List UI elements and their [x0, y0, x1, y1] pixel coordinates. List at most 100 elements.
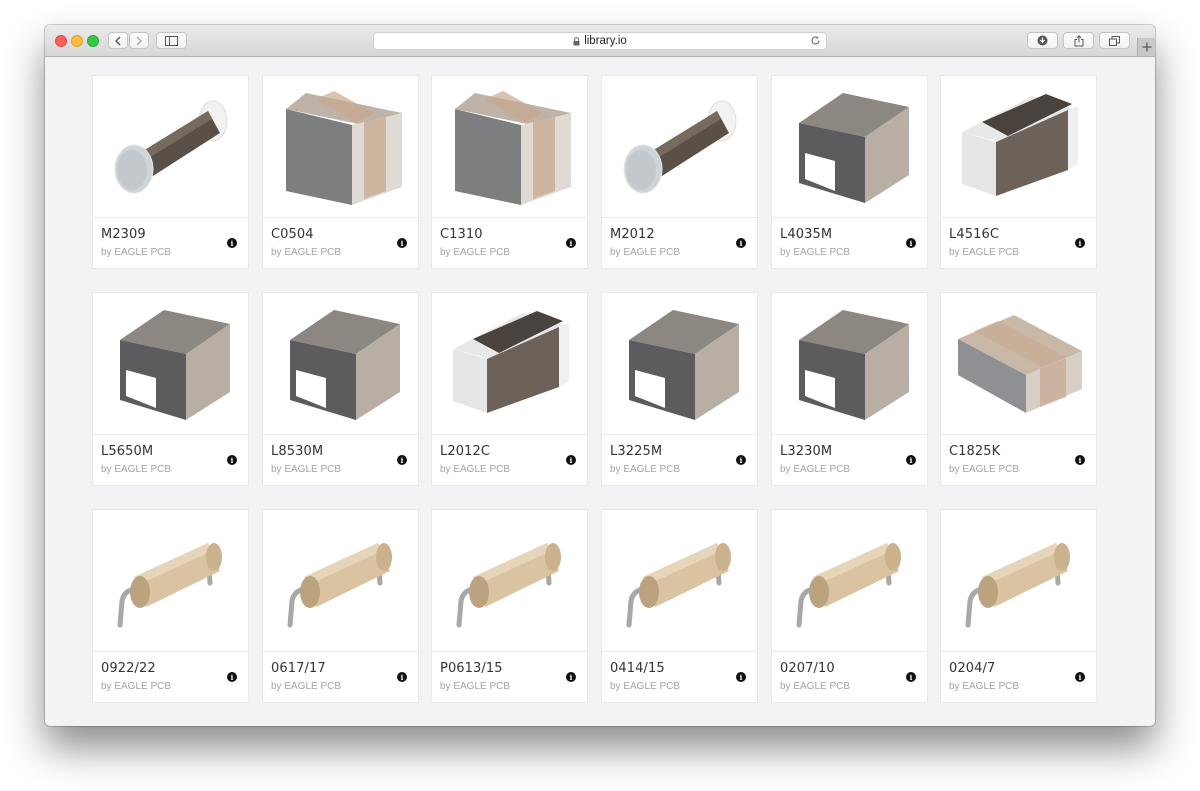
component-card[interactable]: L3225M by EAGLE PCB i	[602, 293, 757, 485]
component-card[interactable]: M2309 by EAGLE PCB i	[93, 76, 248, 268]
info-icon[interactable]: i	[566, 455, 576, 465]
component-author: by EAGLE PCB	[271, 681, 342, 692]
component-card[interactable]: L4035M by EAGLE PCB i	[772, 76, 927, 268]
info-icon[interactable]: i	[566, 238, 576, 248]
component-card[interactable]: L5650M by EAGLE PCB i	[93, 293, 248, 485]
info-icon[interactable]: i	[736, 455, 746, 465]
component-name[interactable]: L3225M	[610, 444, 662, 459]
chevron-left-icon	[115, 36, 121, 45]
component-card[interactable]: P0613/15 by EAGLE PCB i	[432, 510, 587, 702]
component-card[interactable]: 0617/17 by EAGLE PCB i	[263, 510, 418, 702]
info-icon[interactable]: i	[397, 238, 407, 248]
component-author: by EAGLE PCB	[440, 247, 511, 258]
component-author: by EAGLE PCB	[780, 681, 851, 692]
component-name[interactable]: C1310	[440, 227, 483, 242]
zoom-window-button[interactable]	[87, 35, 99, 47]
component-author: by EAGLE PCB	[610, 247, 681, 258]
component-card[interactable]: C1825K by EAGLE PCB i	[941, 293, 1096, 485]
forward-button[interactable]	[129, 32, 149, 49]
melf-resistor-icon[interactable]	[93, 76, 248, 218]
axial-resistor-icon[interactable]	[93, 510, 248, 652]
component-name[interactable]: L8530M	[271, 444, 323, 459]
info-icon[interactable]: i	[1075, 455, 1085, 465]
component-card[interactable]: 0204/7 by EAGLE PCB i	[941, 510, 1096, 702]
component-author: by EAGLE PCB	[101, 464, 172, 475]
component-author: by EAGLE PCB	[101, 681, 172, 692]
component-card[interactable]: 0922/22 by EAGLE PCB i	[93, 510, 248, 702]
axial-resistor-icon[interactable]	[263, 510, 418, 652]
info-icon[interactable]: i	[397, 455, 407, 465]
component-author: by EAGLE PCB	[949, 681, 1020, 692]
component-name[interactable]: 0204/7	[949, 661, 995, 676]
axial-resistor-icon[interactable]	[941, 510, 1096, 652]
component-card[interactable]: L4516C by EAGLE PCB i	[941, 76, 1096, 268]
component-name[interactable]: M2309	[101, 227, 146, 242]
sidebar-toggle-button[interactable]	[156, 32, 187, 49]
component-name[interactable]: C0504	[271, 227, 314, 242]
address-bar[interactable]: library.io	[373, 32, 827, 50]
component-name[interactable]: L2012C	[440, 444, 490, 459]
component-card[interactable]: M2012 by EAGLE PCB i	[602, 76, 757, 268]
share-icon	[1074, 34, 1083, 46]
component-author: by EAGLE PCB	[949, 464, 1020, 475]
component-card[interactable]: L2012C by EAGLE PCB i	[432, 293, 587, 485]
info-icon[interactable]: i	[906, 672, 916, 682]
component-name[interactable]: L5650M	[101, 444, 153, 459]
new-tab-button[interactable]	[1137, 38, 1155, 56]
info-icon[interactable]: i	[227, 672, 237, 682]
component-name[interactable]: M2012	[610, 227, 655, 242]
downloads-button[interactable]	[1027, 32, 1058, 49]
component-name[interactable]: 0414/15	[610, 661, 665, 676]
component-card[interactable]: C0504 by EAGLE PCB i	[263, 76, 418, 268]
info-icon[interactable]: i	[397, 672, 407, 682]
molded-inductor-icon[interactable]	[263, 293, 418, 435]
component-card[interactable]: 0414/15 by EAGLE PCB i	[602, 510, 757, 702]
info-icon[interactable]: i	[736, 238, 746, 248]
melf-resistor-icon[interactable]	[602, 76, 757, 218]
component-author: by EAGLE PCB	[271, 247, 342, 258]
component-name[interactable]: L3230M	[780, 444, 832, 459]
component-card[interactable]: C1310 by EAGLE PCB i	[432, 76, 587, 268]
component-name[interactable]: 0207/10	[780, 661, 835, 676]
component-author: by EAGLE PCB	[101, 247, 172, 258]
info-icon[interactable]: i	[906, 238, 916, 248]
share-button[interactable]	[1063, 32, 1094, 49]
axial-resistor-icon[interactable]	[602, 510, 757, 652]
tabs-icon	[1109, 35, 1120, 46]
info-icon[interactable]: i	[736, 672, 746, 682]
component-name[interactable]: 0617/17	[271, 661, 326, 676]
ceramic-capacitor-icon[interactable]	[432, 76, 587, 218]
info-icon[interactable]: i	[227, 455, 237, 465]
browser-toolbar: library.io	[45, 25, 1155, 57]
component-name[interactable]: L4035M	[780, 227, 832, 242]
info-icon[interactable]: i	[906, 455, 916, 465]
molded-inductor-icon[interactable]	[93, 293, 248, 435]
reload-icon[interactable]	[810, 35, 821, 49]
chip-inductor-icon[interactable]	[432, 293, 587, 435]
molded-inductor-icon[interactable]	[772, 293, 927, 435]
axial-resistor-icon[interactable]	[432, 510, 587, 652]
info-icon[interactable]: i	[227, 238, 237, 248]
component-card[interactable]: 0207/10 by EAGLE PCB i	[772, 510, 927, 702]
minimize-window-button[interactable]	[71, 35, 83, 47]
chip-inductor-icon[interactable]	[941, 76, 1096, 218]
component-card[interactable]: L8530M by EAGLE PCB i	[263, 293, 418, 485]
ceramic-capacitor-icon[interactable]	[263, 76, 418, 218]
info-icon[interactable]: i	[1075, 672, 1085, 682]
back-button[interactable]	[108, 32, 128, 49]
info-icon[interactable]: i	[566, 672, 576, 682]
info-icon[interactable]: i	[1075, 238, 1085, 248]
component-name[interactable]: C1825K	[949, 444, 1000, 459]
component-name[interactable]: P0613/15	[440, 661, 503, 676]
component-card[interactable]: L3230M by EAGLE PCB i	[772, 293, 927, 485]
component-name[interactable]: 0922/22	[101, 661, 156, 676]
tab-overview-button[interactable]	[1099, 32, 1130, 49]
close-window-button[interactable]	[55, 35, 67, 47]
flat-capacitor-icon[interactable]	[941, 293, 1096, 435]
download-icon	[1037, 35, 1048, 46]
component-name[interactable]: L4516C	[949, 227, 999, 242]
molded-inductor-icon[interactable]	[602, 293, 757, 435]
axial-resistor-icon[interactable]	[772, 510, 927, 652]
molded-inductor-icon[interactable]	[772, 76, 927, 218]
sidebar-icon	[165, 35, 178, 46]
